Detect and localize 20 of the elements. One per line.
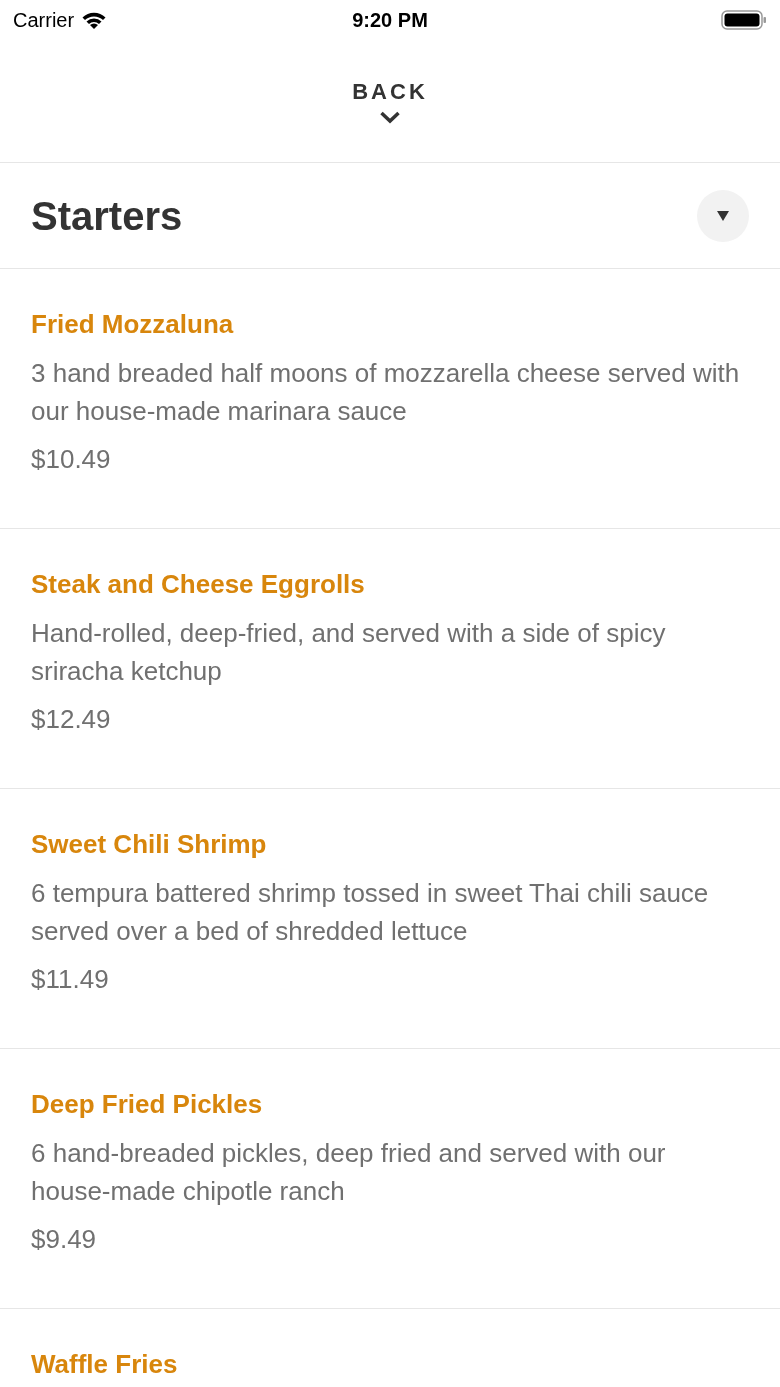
- triangle-down-icon: [717, 210, 729, 221]
- item-name[interactable]: Deep Fried Pickles: [31, 1085, 263, 1123]
- section-title: Starters: [31, 192, 183, 240]
- back-button[interactable]: BACK: [344, 40, 436, 124]
- item-price: $10.49: [31, 443, 111, 476]
- item-description: 6 hand-breaded pickles, deep fried and served with our house-made chipotle ranch: [31, 1137, 667, 1208]
- item-name[interactable]: Fried Mozzaluna: [31, 305, 234, 343]
- item-price: $11.49: [31, 963, 109, 996]
- item-price: $9.49: [31, 1223, 97, 1256]
- item-description: Hand-rolled, deep-fried, and served with a side of spicy sriracha ketchup: [31, 617, 667, 688]
- item-description: 6 tempura battered shrimp tossed in sweet Thai chili sauce served over a bed of shredded lettuce: [31, 877, 710, 948]
- status-time: 9:20 PM: [352, 8, 428, 33]
- battery-icon: [721, 9, 767, 31]
- item-name[interactable]: Sweet Chili Shrimp: [31, 825, 267, 863]
- item-name[interactable]: Steak and Cheese Eggrolls: [31, 565, 365, 603]
- item-description: 3 hand breaded half moons of mozzarella cheese served with our house-made marinara sauce: [31, 357, 741, 428]
- item-name[interactable]: Waffle Fries: [31, 1345, 178, 1383]
- item-price: $12.49: [31, 703, 111, 736]
- carrier-label: Carrier: [13, 8, 75, 33]
- chevron-down-icon: [379, 110, 401, 124]
